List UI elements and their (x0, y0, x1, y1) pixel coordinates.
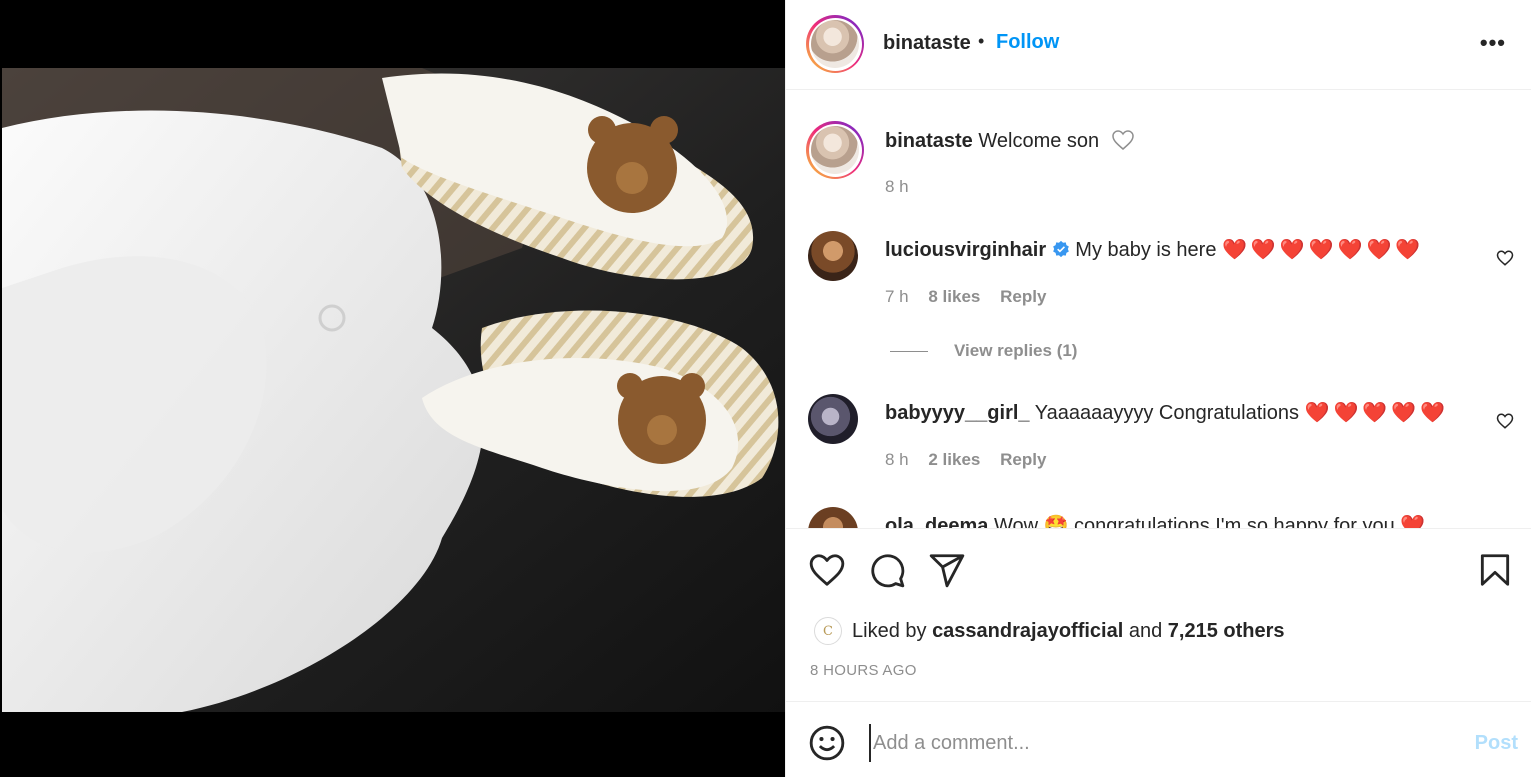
comment-username[interactable]: babyyyy__girl_ (885, 402, 1030, 424)
comment-username[interactable]: luciousvirginhair (885, 239, 1046, 261)
bear-patch-top (587, 116, 678, 213)
caption-username[interactable]: binataste (885, 130, 973, 152)
share-send-icon[interactable] (928, 551, 966, 589)
caption-body: Welcome son (978, 130, 1100, 152)
comment-username[interactable]: ola_deema (885, 515, 988, 528)
comment-meta: 7 h 8 likes Reply (885, 287, 1061, 307)
like-comment-heart-icon[interactable] (1496, 249, 1514, 267)
likes-others-count[interactable]: 7,215 others (1168, 620, 1285, 643)
replies-divider-line (890, 350, 928, 352)
add-comment-bar: Post (786, 701, 1531, 777)
caption-text: binataste Welcome son (885, 129, 1135, 153)
save-bookmark-icon[interactable] (1476, 551, 1514, 589)
caption-avatar[interactable] (806, 121, 864, 179)
post-comment-button[interactable]: Post (1475, 732, 1518, 755)
caption-meta: 8 h (885, 177, 924, 197)
post-media-panel (0, 0, 785, 777)
comment-body: Wow 🤩 congratulations I'm so happy for y… (993, 515, 1426, 528)
post-actions: C Liked by cassandrajayofficial and 7,21… (786, 528, 1531, 700)
emoji-smiley-icon[interactable] (808, 724, 846, 762)
comment-likes[interactable]: 2 likes (928, 450, 980, 469)
post-header: binataste • Follow ••• (786, 0, 1531, 90)
follow-button[interactable]: Follow (996, 31, 1059, 54)
liker-avatar[interactable]: C (814, 617, 842, 645)
comment-meta: 8 h 2 likes Reply (885, 450, 1061, 470)
liked-by-summary: C Liked by cassandrajayofficial and 7,21… (814, 617, 1285, 645)
liker-username[interactable]: cassandrajayofficial (932, 620, 1123, 643)
post-details-panel: binataste • Follow ••• binataste Welcome… (785, 0, 1531, 777)
comment-body: Yaaaaaayyyy Congratulations (1034, 402, 1299, 424)
comments-list[interactable]: binataste Welcome son 8 h luciousvirginh… (786, 91, 1531, 528)
bear-patch-bottom (617, 373, 706, 464)
comment-hearts: ❤️❤️❤️❤️❤️❤️❤️ (1222, 239, 1425, 261)
commenter-avatar[interactable] (808, 394, 858, 444)
author-username[interactable]: binataste (883, 32, 971, 55)
comment-time: 8 h (885, 450, 909, 469)
comment-time: 7 h (885, 287, 909, 306)
comment-text: luciousvirginhair My baby is here ❤️❤️❤️… (885, 237, 1424, 262)
reply-button[interactable]: Reply (1000, 287, 1046, 306)
baby-feet-photo (2, 68, 785, 712)
commenter-avatar[interactable] (808, 231, 858, 281)
reply-button[interactable]: Reply (1000, 450, 1046, 469)
view-replies-button[interactable]: View replies (1) (890, 341, 1077, 361)
post-photo[interactable] (2, 68, 785, 712)
comment-hearts: ❤️❤️❤️❤️❤️ (1304, 402, 1450, 424)
comment-bubble-icon[interactable] (868, 551, 906, 589)
caption-time: 8 h (885, 177, 909, 196)
separator-dot: • (978, 31, 985, 51)
comment-input[interactable] (869, 724, 1449, 762)
post-timestamp: 8 HOURS AGO (810, 662, 917, 679)
verified-badge-icon (1052, 240, 1069, 258)
commenter-avatar[interactable] (808, 507, 858, 528)
heart-outline-icon (1111, 130, 1134, 150)
comment-body: My baby is here (1075, 239, 1217, 261)
comment-text: ola_deema Wow 🤩 congratulations I'm so h… (885, 513, 1425, 528)
comment-text: babyyyy__girl_ Yaaaaaayyyy Congratulatio… (885, 400, 1449, 425)
comment-likes[interactable]: 8 likes (928, 287, 980, 306)
view-replies-label: View replies (1) (954, 341, 1078, 360)
like-comment-heart-icon[interactable] (1496, 412, 1514, 430)
author-avatar[interactable] (806, 15, 864, 73)
like-heart-icon[interactable] (808, 551, 846, 589)
more-options-icon[interactable]: ••• (1480, 30, 1506, 56)
